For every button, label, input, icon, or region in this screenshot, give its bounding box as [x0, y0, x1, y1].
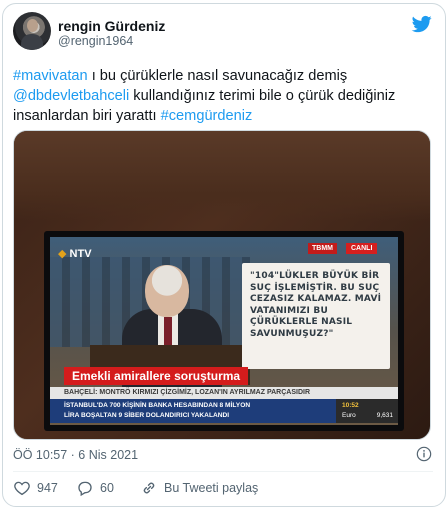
avatar-figure-face [27, 19, 38, 32]
news-ticker-line-2: LİRA BOŞALTAN 9 SİBER DOLANDIRICI YAKALA… [64, 412, 230, 419]
tweet-text-part-1: ı bu çürüklerle nasıl savunacağız demiş [87, 68, 348, 84]
author-handle[interactable]: @rengin1964 [58, 34, 133, 48]
tv-screen: ◆ NTV TBMM CANLI "104"LÜKLER BÜYÜK BİR S… [50, 237, 398, 425]
hashtag-mavivatan[interactable]: #mavivatan [13, 68, 88, 84]
tweet-header: rengin Gürdeniz @rengin1964 [13, 12, 433, 52]
heart-icon [14, 481, 30, 496]
author-name[interactable]: rengin Gürdeniz [58, 18, 165, 34]
share-button[interactable]: Bu Tweeti paylaş [140, 479, 258, 497]
avatar[interactable] [13, 12, 51, 50]
quote-text: "104"LÜKLER BÜYÜK BİR SUÇ İŞLEMİŞTİR. BU… [250, 271, 382, 339]
reply-button[interactable]: 60 [76, 479, 114, 497]
share-label: Bu Tweeti paylaş [164, 481, 259, 495]
news-ticker-top: BAHÇELİ: MONTRÖ KIRMIZI ÇİZGİMİZ, LOZAN'… [50, 387, 398, 399]
market-label: Euro [342, 412, 356, 419]
tweet-actions: 947 60 Bu Tweeti paylaş [13, 479, 433, 497]
tv-frame: ◆ NTV TBMM CANLI "104"LÜKLER BÜYÜK BİR S… [44, 231, 404, 431]
tweet-text: #mavivatan ı bu çürüklerle nasıl savunac… [13, 66, 433, 126]
hashtag-cemgurdeniz[interactable]: #cemgürdeniz [161, 108, 253, 124]
speaker-head [145, 265, 189, 317]
like-button[interactable]: 947 [13, 479, 58, 497]
news-ticker-line-1: İSTANBUL'DA 700 KİŞİNİN BANKA HESABINDAN… [64, 402, 251, 409]
info-icon[interactable] [416, 446, 432, 462]
mention-dbdevletbahceli[interactable]: @dbdevletbahceli [13, 88, 129, 104]
quote-box: "104"LÜKLER BÜYÜK BİR SUÇ İŞLEMİŞTİR. BU… [242, 263, 390, 369]
tweet-media-photo[interactable]: ◆ NTV TBMM CANLI "104"LÜKLER BÜYÜK BİR S… [13, 130, 431, 440]
news-headline: Emekli amirallere soruşturma [64, 367, 249, 385]
clock-box: 10:52 Euro 9,631 [336, 399, 398, 423]
news-ticker-bottom: İSTANBUL'DA 700 KİŞİNİN BANKA HESABINDAN… [50, 399, 336, 423]
clock-time: 10:52 [342, 402, 359, 409]
reply-bubble-icon [78, 481, 92, 497]
tweet-timestamp[interactable]: ÖÖ 10:57 · 6 Nis 2021 [13, 448, 138, 462]
market-value: 9,631 [376, 412, 393, 419]
twitter-bird-icon[interactable] [411, 14, 433, 34]
photo-background-wall [14, 131, 430, 221]
ntv-logo-text: NTV [69, 248, 92, 260]
tbmm-badge: TBMM [308, 243, 337, 254]
avatar-figure-body [21, 34, 43, 50]
divider [13, 471, 433, 472]
ntv-logo: ◆ NTV [58, 248, 92, 260]
live-badge: CANLI [346, 243, 378, 254]
share-link-icon [143, 482, 155, 494]
reply-count: 60 [100, 481, 114, 495]
like-count: 947 [37, 481, 58, 495]
